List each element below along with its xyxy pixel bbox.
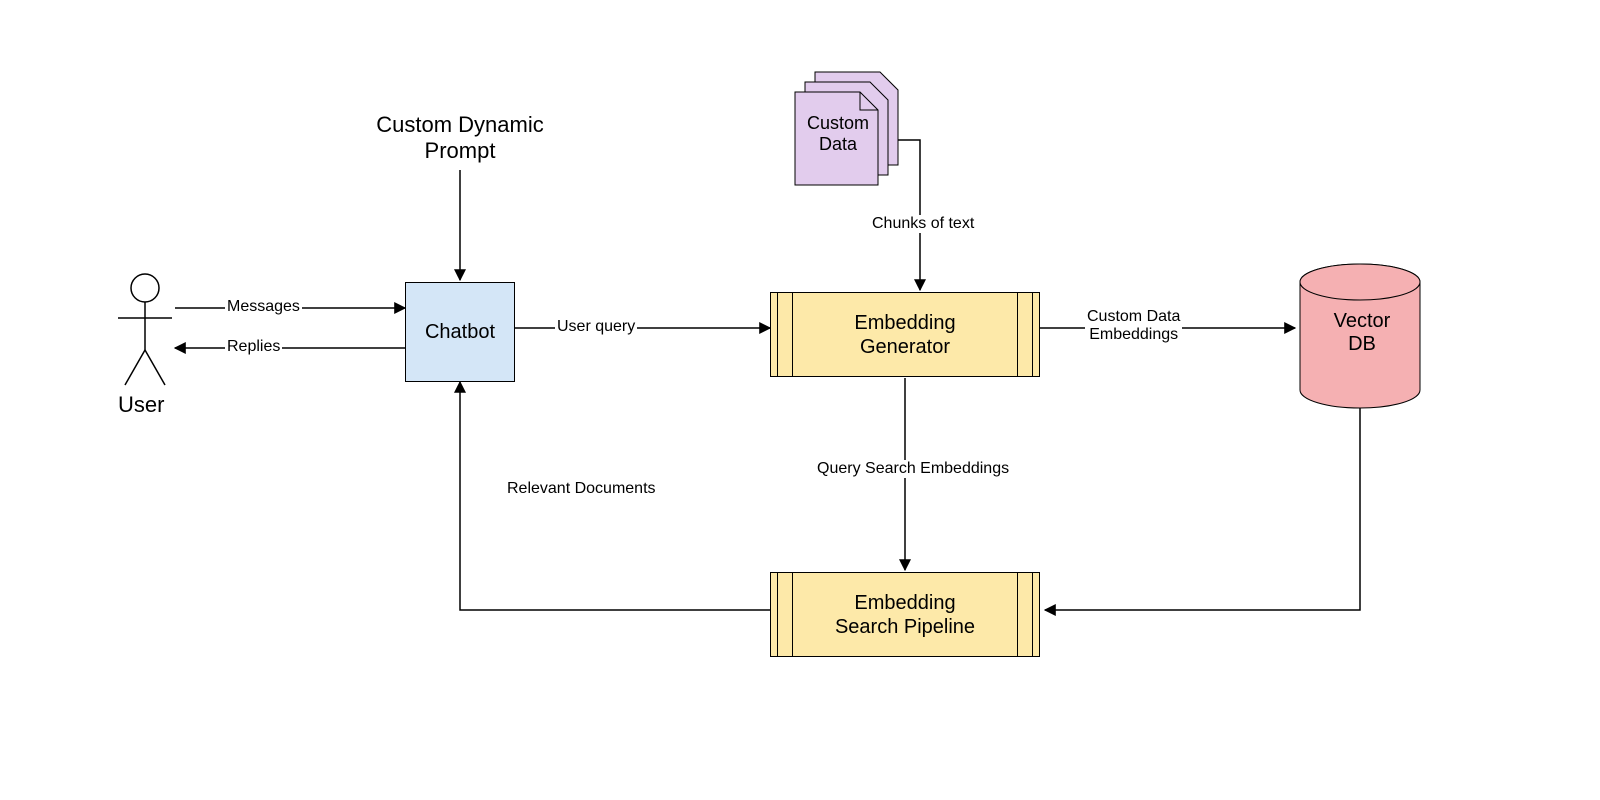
user-label: User <box>118 392 164 418</box>
diagram-canvas: { "nodes": { "user": "User", "chatbot": … <box>0 0 1600 800</box>
edge-label-messages: Messages <box>225 298 302 316</box>
custom-data-label: Custom Data <box>800 113 876 155</box>
edge-label-query-embeddings: Query Search Embeddings <box>815 460 1011 478</box>
user-icon <box>118 274 172 385</box>
edge-label-custom-embeddings: Custom Data Embeddings <box>1085 308 1182 344</box>
embedding-search-label: Embedding Search Pipeline <box>835 591 975 639</box>
embedding-search-node: Embedding Search Pipeline <box>770 572 1040 657</box>
embedding-generator-node: Embedding Generator <box>770 292 1040 377</box>
embedding-generator-label: Embedding Generator <box>854 311 955 359</box>
edge-label-user-query: User query <box>555 318 637 336</box>
edge-label-replies: Replies <box>225 338 282 356</box>
edge-db-to-search <box>1045 408 1360 610</box>
edge-label-chunks: Chunks of text <box>870 215 976 233</box>
prompt-label: Custom Dynamic Prompt <box>355 112 565 164</box>
vector-db-label: Vector DB <box>1327 310 1397 356</box>
chatbot-node: Chatbot <box>405 282 515 382</box>
chatbot-label: Chatbot <box>425 320 495 344</box>
edge-label-relevant-docs: Relevant Documents <box>505 480 658 498</box>
